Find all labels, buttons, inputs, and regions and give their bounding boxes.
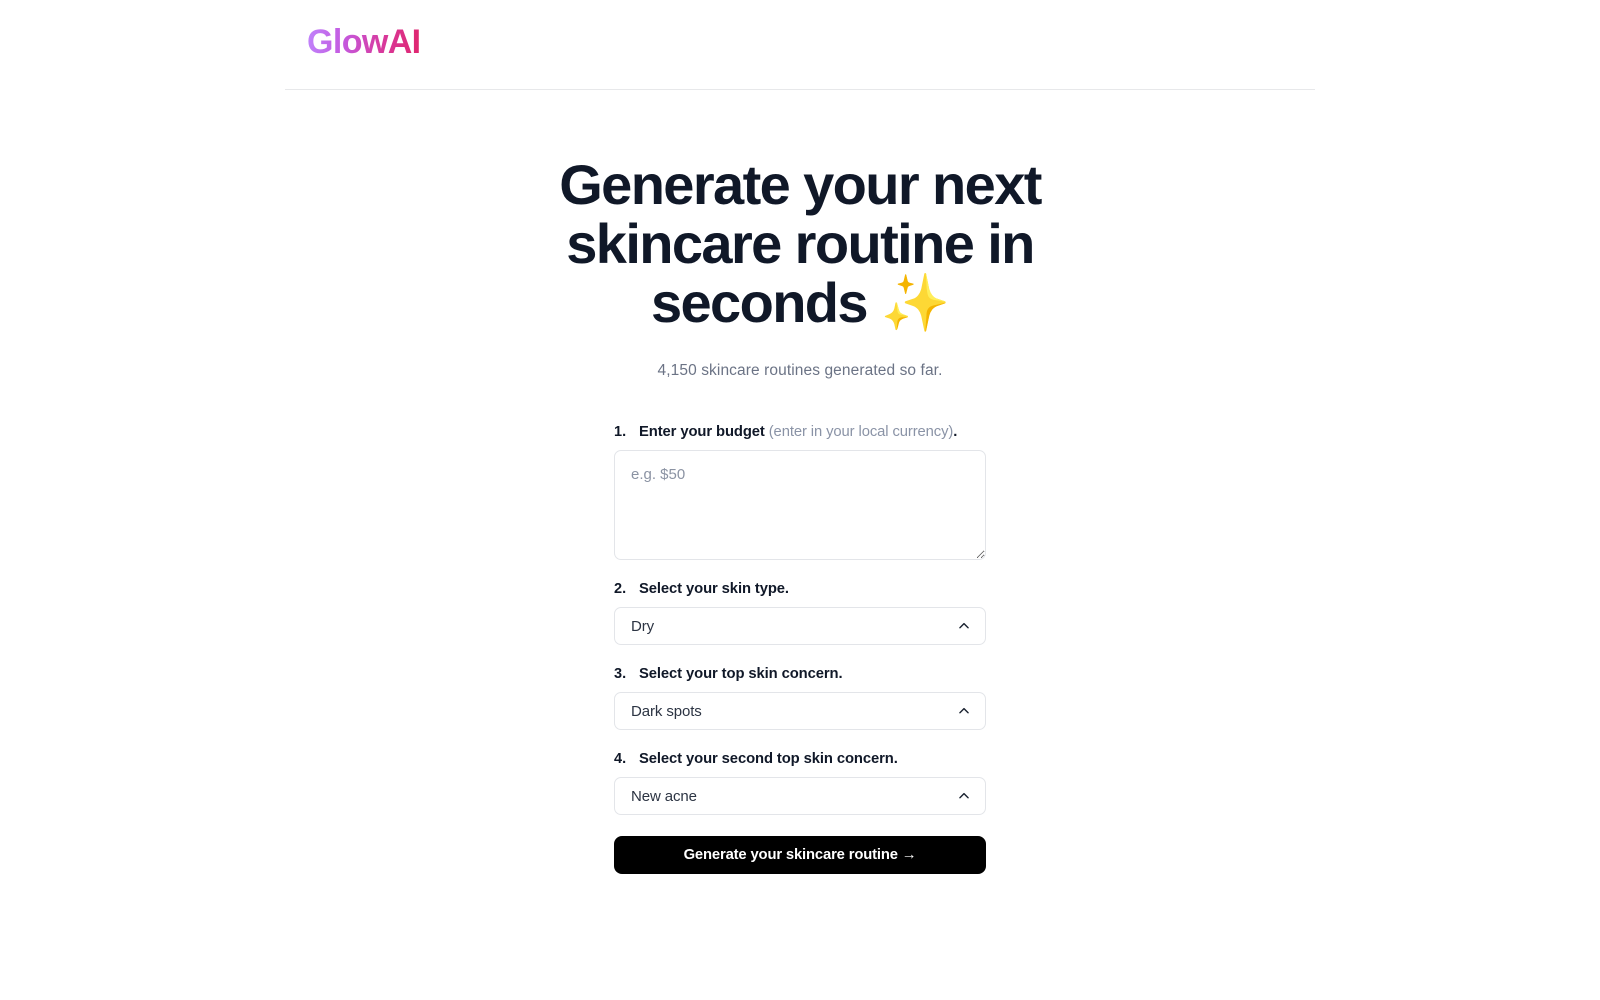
top-skin-concern-selected-value: Dark spots xyxy=(631,702,702,720)
step-1-budget-label: 1. Enter your budget (enter in your loca… xyxy=(614,424,986,440)
step-label: Select your skin type. xyxy=(639,581,789,598)
step-number: 2. xyxy=(614,581,627,598)
step-4-second-concern-label: 4. Select your second top skin concern. xyxy=(614,751,986,767)
brand-logo[interactable]: GlowAI xyxy=(307,22,421,63)
step-number: 3. xyxy=(614,666,627,683)
step-label: Enter your budget (enter in your local c… xyxy=(639,424,957,440)
step-label: Select your second top skin concern. xyxy=(639,751,898,768)
routines-generated-count: 4,150 skincare routines generated so far… xyxy=(657,362,943,380)
skin-type-select[interactable]: Dry xyxy=(614,607,986,646)
step-label: Select your top skin concern. xyxy=(639,666,843,683)
step-number: 4. xyxy=(614,751,627,768)
site-header: GlowAI xyxy=(285,0,1315,90)
top-skin-concern-select[interactable]: Dark spots xyxy=(614,692,986,731)
step-number: 1. xyxy=(614,424,627,441)
page-title: Generate your next skincare routine in s… xyxy=(559,153,1042,334)
step-label-suffix: . xyxy=(953,424,958,441)
second-skin-concern-select[interactable]: New acne xyxy=(614,777,986,816)
main-content: Generate your next skincare routine in s… xyxy=(285,90,1315,875)
generate-routine-button[interactable]: Generate your skincare routine → xyxy=(614,836,986,875)
skincare-routine-form: 1. Enter your budget (enter in your loca… xyxy=(614,424,986,875)
budget-input[interactable] xyxy=(614,450,986,561)
page-root: GlowAI Generate your next skincare routi… xyxy=(0,0,1600,1000)
step-3-top-concern-label: 3. Select your top skin concern. xyxy=(614,666,986,682)
chevron-up-icon xyxy=(957,704,971,718)
skin-type-selected-value: Dry xyxy=(631,617,655,635)
chevron-up-icon xyxy=(957,619,971,633)
step-2-skin-type-label: 2. Select your skin type. xyxy=(614,581,986,597)
step-label-text: Enter your budget xyxy=(639,424,769,441)
step-label-hint: (enter in your local currency) xyxy=(768,424,954,441)
second-skin-concern-selected-value: New acne xyxy=(631,787,697,805)
chevron-up-icon xyxy=(957,789,971,803)
